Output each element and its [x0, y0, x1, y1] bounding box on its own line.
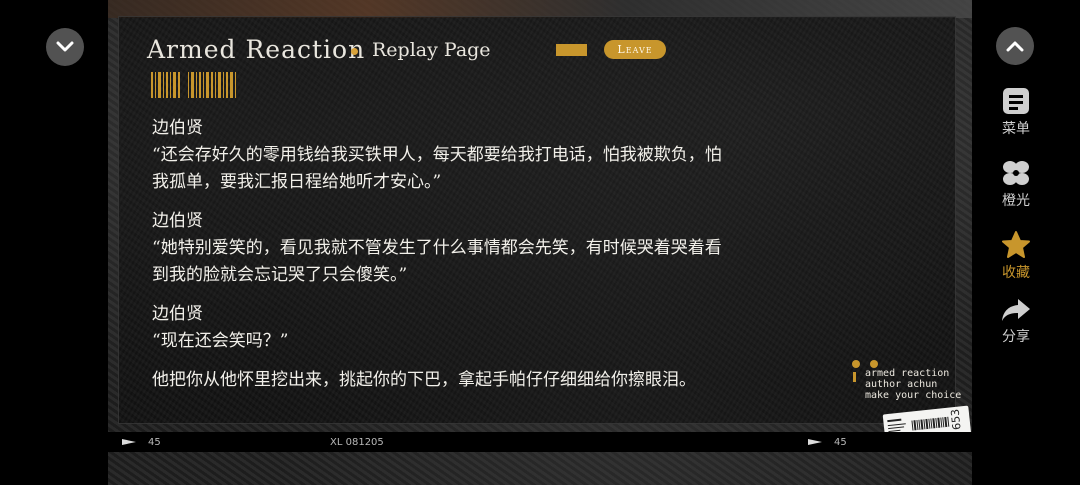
dialogue-line: “现在还会笑吗？” — [152, 331, 289, 351]
speaker-name: 边伯贤 — [152, 118, 203, 138]
dialogue-block: 边伯贤 “她特别爱笑的，看见我就不管发生了什么事情都会先笑，有时候哭着哭着看 到… — [152, 208, 842, 289]
dialogue-line: “她特别爱笑的，看见我就不管发生了什么事情都会先笑，有时候哭着哭着看 — [152, 238, 722, 258]
credit-line: author achun — [865, 379, 938, 390]
footer-right-number: 45 — [834, 437, 847, 448]
page-subtitle: Replay Page — [372, 39, 491, 61]
barcode-icon — [151, 72, 236, 98]
side-menu-item-orange-light[interactable]: 橙光 — [998, 158, 1034, 210]
ticket-number: 653 — [948, 408, 964, 431]
play-icon — [122, 439, 136, 445]
chevron-down-icon — [56, 41, 74, 52]
orange-light-icon — [1003, 161, 1029, 185]
credit-text: armed reaction author achun make your ch… — [865, 368, 961, 401]
side-menu-item-menu[interactable]: 菜单 — [998, 86, 1034, 138]
side-menu-item-favorite[interactable]: 收藏 — [998, 230, 1034, 282]
footer-left-number: 45 — [148, 437, 161, 448]
leave-button[interactable]: Leave — [604, 40, 666, 59]
dialogue-line: “还会存好久的零用钱给我买铁甲人，每天都要给我打电话，怕我被欺负，怕 — [152, 145, 722, 165]
dialogue-block: 边伯贤 “现在还会笑吗？” — [152, 301, 842, 355]
credit-bar-icon — [853, 372, 856, 382]
side-menu-label: 收藏 — [1002, 265, 1030, 281]
dialogue-text[interactable]: 边伯贤 “还会存好久的零用钱给我买铁甲人，每天都要给我打电话，怕我被欺负，怕 我… — [152, 115, 842, 406]
left-bar — [0, 0, 108, 485]
side-menu-label: 橙光 — [1002, 193, 1030, 209]
decorative-gold-bar — [556, 44, 587, 56]
play-icon — [808, 439, 822, 445]
side-menu-label: 分享 — [1002, 329, 1030, 345]
speaker-name: 边伯贤 — [152, 211, 203, 231]
expand-button[interactable] — [996, 27, 1034, 65]
credit-line: make your choice — [865, 390, 962, 401]
collapse-button[interactable] — [46, 28, 84, 66]
dialogue-line: 到我的脸就会忘记哭了只会傻笑。” — [152, 265, 408, 285]
dialogue-line: 我孤单，要我汇报日程给她听才安心。” — [152, 172, 442, 192]
dialogue-block: 边伯贤 “还会存好久的零用钱给我买铁甲人，每天都要给我打电话，怕我被欺负，怕 我… — [152, 115, 842, 196]
share-icon — [1002, 299, 1030, 321]
title-dot-icon — [351, 48, 358, 55]
chevron-up-icon — [1006, 41, 1024, 52]
credit-line: armed reaction — [865, 368, 950, 379]
menu-icon — [1003, 88, 1029, 114]
narration-line: 他把你从他怀里挖出来，挑起你的下巴，拿起手帕仔仔细细给你擦眼泪。 — [152, 370, 696, 390]
footer-center-code: XL 081205 — [330, 437, 384, 448]
star-icon — [1002, 231, 1030, 258]
dialogue-block: 他把你从他怀里挖出来，挑起你的下巴，拿起手帕仔仔细细给你擦眼泪。 — [152, 367, 842, 394]
side-menu-item-share[interactable]: 分享 — [998, 296, 1034, 346]
game-title: Armed Reaction — [147, 35, 366, 64]
side-menu-label: 菜单 — [1002, 121, 1030, 137]
speaker-name: 边伯贤 — [152, 304, 203, 324]
